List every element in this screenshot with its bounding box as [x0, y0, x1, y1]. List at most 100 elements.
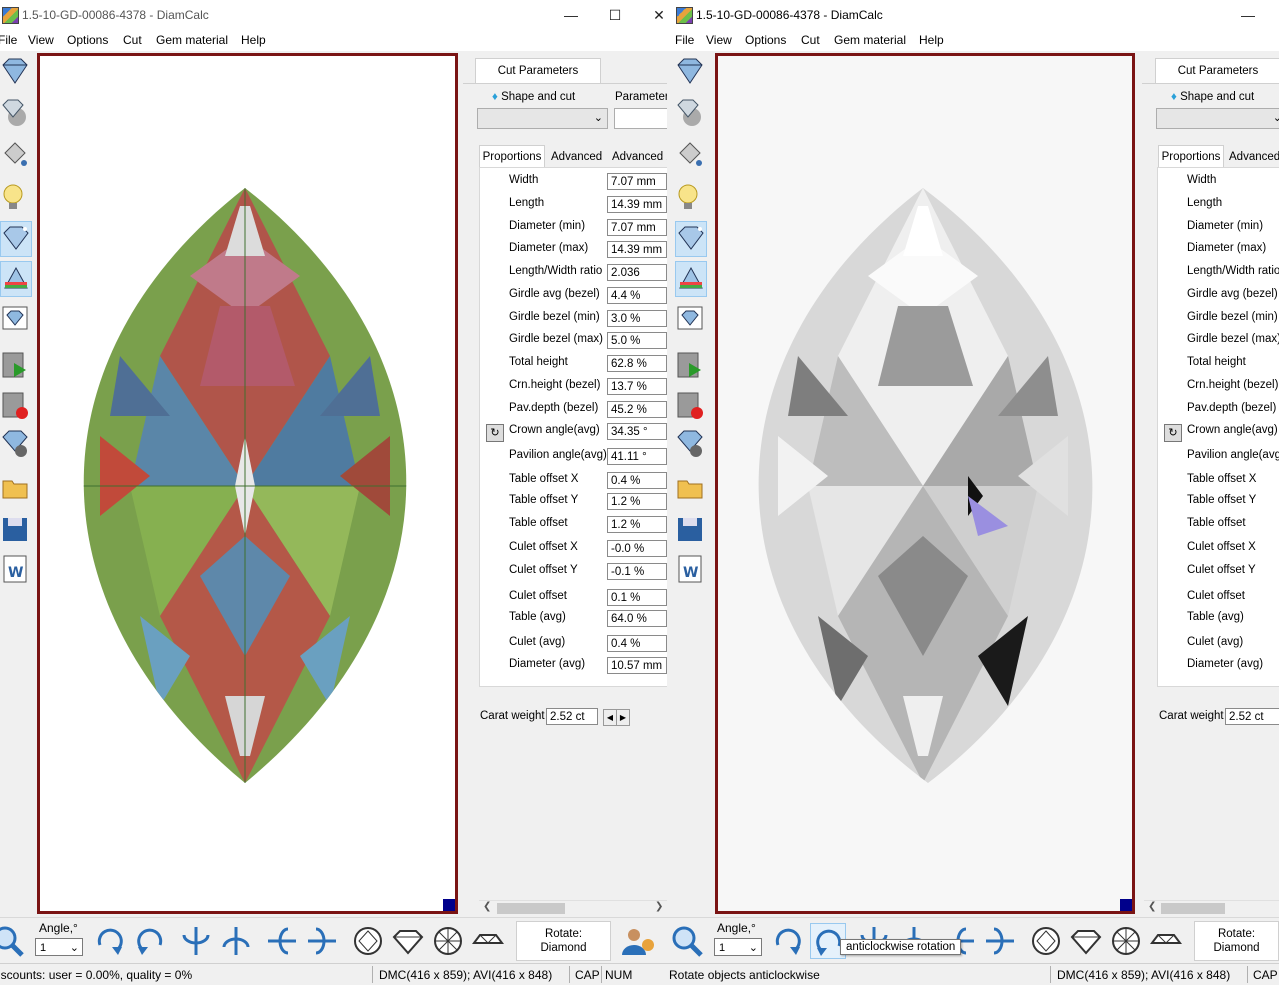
shape-and-cut-select[interactable]: ⌄: [1156, 108, 1279, 129]
diamond-sparkle-icon[interactable]: [0, 221, 32, 257]
tab-advanced[interactable]: Advanced: [1229, 151, 1279, 163]
prop-value-field[interactable]: 1.2 %: [607, 493, 667, 510]
menu-gem-material[interactable]: Gem material: [156, 33, 228, 47]
angle-select[interactable]: 1 ⌄: [35, 938, 83, 956]
prop-value-field[interactable]: -0.1 %: [607, 563, 667, 580]
diamond-settings-icon[interactable]: [675, 427, 705, 461]
carat-weight-field[interactable]: 2.52 ct: [1225, 708, 1279, 725]
prop-value-field[interactable]: 4.4 %: [607, 287, 667, 304]
light-bulb-icon[interactable]: [0, 181, 30, 215]
diamond-picture-icon[interactable]: [675, 303, 705, 337]
prop-value-field[interactable]: 2.036: [607, 264, 667, 281]
scroll-right-icon[interactable]: ❯: [655, 901, 663, 912]
diamond-render-viewport[interactable]: [37, 53, 458, 914]
bottom-view-icon[interactable]: [430, 923, 466, 959]
tab-cut-parameters[interactable]: Cut Parameters: [475, 58, 601, 84]
flip-horizontal-icon[interactable]: [178, 923, 214, 959]
zoom-icon[interactable]: [0, 923, 26, 959]
prop-value-field[interactable]: 62.8 %: [607, 355, 667, 372]
prism-rainbow-icon[interactable]: [675, 261, 707, 297]
paint-bucket-icon[interactable]: [0, 139, 30, 173]
prop-value-field[interactable]: 1.2 %: [607, 516, 667, 533]
save-disk-icon[interactable]: [0, 513, 30, 547]
video-play-icon[interactable]: [675, 349, 705, 383]
user-icon[interactable]: [618, 923, 654, 959]
menu-file[interactable]: File: [0, 33, 17, 47]
carat-increase-button[interactable]: ▶: [616, 709, 630, 726]
scroll-left-icon[interactable]: ❮: [483, 901, 491, 912]
profile-view-icon[interactable]: [470, 923, 506, 959]
flip-vertical-alt-icon[interactable]: [982, 923, 1018, 959]
prop-value-field[interactable]: 7.07 mm: [607, 173, 667, 190]
shape-and-cut-select[interactable]: ⌄: [477, 108, 608, 129]
side-view-icon[interactable]: [390, 923, 426, 959]
link-toggle-icon[interactable]: ↻: [486, 424, 504, 442]
menu-file[interactable]: File: [675, 33, 694, 47]
diamond-picture-icon[interactable]: [0, 303, 30, 337]
menu-view[interactable]: View: [28, 33, 54, 47]
rotate-anticlockwise-icon[interactable]: [132, 923, 168, 959]
word-document-icon[interactable]: W: [0, 553, 30, 587]
menu-help[interactable]: Help: [241, 33, 266, 47]
scroll-left-icon[interactable]: ❮: [1148, 901, 1156, 912]
diamond-settings-icon[interactable]: [0, 427, 30, 461]
diamond-icon[interactable]: [675, 55, 705, 89]
prism-rainbow-icon[interactable]: [0, 261, 32, 297]
menu-options[interactable]: Options: [67, 33, 108, 47]
menu-gem-material[interactable]: Gem material: [834, 33, 906, 47]
rotate-clockwise-icon[interactable]: [92, 923, 128, 959]
minimize-button[interactable]: —: [1233, 4, 1263, 26]
rotate-target-box[interactable]: Rotate: Diamond: [516, 921, 611, 961]
prop-value-field[interactable]: 41.11 °: [607, 448, 667, 465]
prop-value-field[interactable]: 3.0 %: [607, 310, 667, 327]
prop-value-field[interactable]: 34.35 °: [607, 423, 667, 440]
gem-sphere-icon[interactable]: [675, 97, 705, 131]
bottom-view-icon[interactable]: [1108, 923, 1144, 959]
tab-cut-parameters[interactable]: Cut Parameters: [1155, 58, 1279, 84]
video-record-icon[interactable]: [675, 389, 705, 423]
prop-value-field[interactable]: -0.0 %: [607, 540, 667, 557]
flip-vertical-alt-icon[interactable]: [304, 923, 340, 959]
prop-value-field[interactable]: 14.39 mm: [607, 241, 667, 258]
diamond-icon[interactable]: [0, 55, 30, 89]
light-bulb-icon[interactable]: [675, 181, 705, 215]
open-folder-icon[interactable]: [675, 471, 705, 505]
menu-view[interactable]: View: [706, 33, 732, 47]
tab-proportions[interactable]: Proportions: [1158, 145, 1224, 168]
top-view-icon[interactable]: [350, 923, 386, 959]
carat-weight-field[interactable]: 2.52 ct: [546, 708, 598, 725]
prop-value-field[interactable]: 5.0 %: [607, 332, 667, 349]
profile-view-icon[interactable]: [1148, 923, 1184, 959]
top-view-icon[interactable]: [1028, 923, 1064, 959]
gem-sphere-icon[interactable]: [0, 97, 30, 131]
prop-value-field[interactable]: 0.1 %: [607, 589, 667, 606]
video-play-icon[interactable]: [0, 349, 30, 383]
minimize-button[interactable]: —: [556, 4, 586, 26]
panel-horizontal-scrollbar[interactable]: ❮ ❯: [479, 900, 667, 915]
tab-advanced-2[interactable]: Advanced 2: [612, 151, 667, 163]
rotate-target-box[interactable]: Rotate: Diamond: [1194, 921, 1279, 961]
rotate-clockwise-icon[interactable]: [770, 923, 806, 959]
prop-value-field[interactable]: 0.4 %: [607, 635, 667, 652]
video-record-icon[interactable]: [0, 389, 30, 423]
close-button[interactable]: ✕: [644, 4, 667, 26]
parameters-select[interactable]: [614, 108, 667, 129]
prop-value-field[interactable]: 7.07 mm: [607, 219, 667, 236]
zoom-icon[interactable]: [669, 923, 705, 959]
flip-vertical-icon[interactable]: [264, 923, 300, 959]
open-folder-icon[interactable]: [0, 471, 30, 505]
prop-value-field[interactable]: 14.39 mm: [607, 196, 667, 213]
angle-select[interactable]: 1 ⌄: [714, 938, 762, 956]
menu-cut[interactable]: Cut: [801, 33, 820, 47]
scrollbar-thumb[interactable]: [497, 903, 565, 914]
flip-horizontal-alt-icon[interactable]: [218, 923, 254, 959]
carat-decrease-button[interactable]: ◀: [603, 709, 617, 726]
prop-value-field[interactable]: 0.4 %: [607, 472, 667, 489]
scrollbar-thumb[interactable]: [1161, 903, 1225, 914]
tab-proportions[interactable]: Proportions: [479, 145, 545, 168]
diamond-sparkle-icon[interactable]: [675, 221, 707, 257]
prop-value-field[interactable]: 45.2 %: [607, 401, 667, 418]
panel-horizontal-scrollbar[interactable]: ❮: [1144, 900, 1279, 915]
menu-help[interactable]: Help: [919, 33, 944, 47]
menu-cut[interactable]: Cut: [123, 33, 142, 47]
